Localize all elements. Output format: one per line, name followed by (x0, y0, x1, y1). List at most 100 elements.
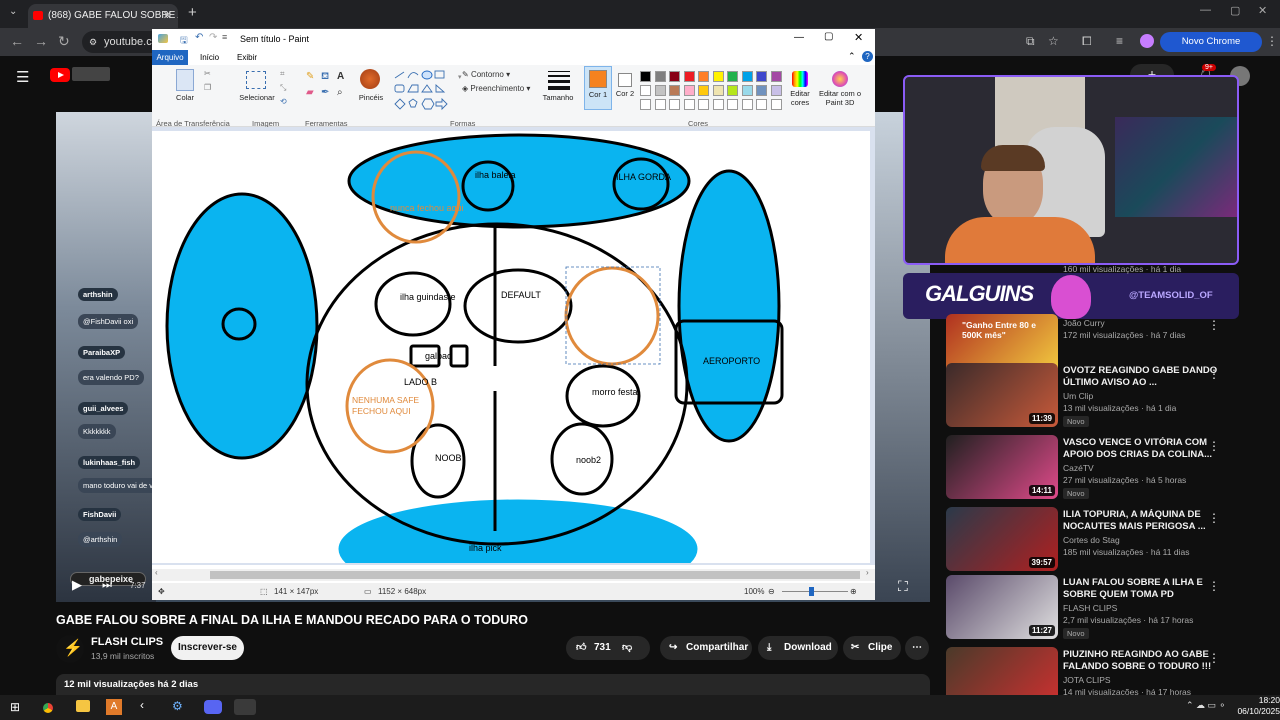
recommendation-channel[interactable]: CazéTV (1063, 463, 1094, 473)
palette-swatch[interactable] (698, 85, 709, 96)
rotate-icon[interactable]: ⟲ (280, 97, 287, 106)
more-actions-icon[interactable]: ⋯ (905, 636, 929, 660)
color1-selector[interactable]: Cor 1 (584, 66, 612, 110)
palette-swatch[interactable] (669, 85, 680, 96)
palette-swatch[interactable] (654, 71, 666, 82)
channel-name[interactable]: FLASH CLIPS (91, 636, 163, 648)
subscribe-button[interactable]: Inscrever-se (171, 636, 244, 660)
recommendation-item[interactable]: 39:57 ILIA TOPURIA, A MÁQUINA DE NOCAUTES… (946, 507, 1246, 571)
recommendation-thumbnail[interactable]: 39:57 (946, 507, 1058, 571)
bookmark-star-icon[interactable]: ☆ (1048, 34, 1059, 48)
recommendation-channel[interactable]: Cortes do Stag (1063, 535, 1120, 545)
select-icon[interactable] (246, 71, 266, 89)
outline-dropdown[interactable]: ✎ Contorno ▾ (462, 70, 510, 79)
steam-icon[interactable]: ⚙ (172, 699, 183, 713)
download-button[interactable]: ⤓ Download (758, 636, 838, 660)
fullscreen-icon[interactable]: ⛶ (898, 578, 908, 595)
color2-selector[interactable]: Cor 2 (614, 66, 636, 110)
palette-swatch[interactable] (770, 85, 782, 96)
quick-access-icon[interactable]: ≡ (222, 32, 227, 42)
edit-colors-icon[interactable] (792, 71, 808, 87)
custom-color-slot[interactable] (683, 99, 695, 110)
scroll-right-icon[interactable]: › (866, 568, 869, 577)
back-icon[interactable]: ← (10, 33, 24, 49)
custom-color-slot[interactable] (741, 99, 753, 110)
pencil-icon[interactable]: ✎ (306, 71, 314, 82)
youtube-logo-icon[interactable] (50, 68, 70, 82)
palette-swatch[interactable] (683, 71, 695, 82)
file-explorer-icon[interactable] (76, 700, 90, 712)
custom-color-slot[interactable] (727, 99, 738, 110)
address-bar[interactable]: ⚙ youtube.co (82, 31, 162, 53)
custom-color-slot[interactable] (770, 99, 782, 110)
app-chevron-icon[interactable]: ‹ (140, 698, 144, 712)
size-icon[interactable] (548, 71, 570, 90)
paint-window[interactable]: 🖫︎ ↶ ↷ ≡ Sem título - Paint — ▢ ✕ Início… (152, 29, 875, 600)
palette-swatch[interactable] (741, 71, 753, 82)
chrome-menu-icon[interactable]: ⋮ (1266, 34, 1278, 48)
palette-swatch[interactable] (770, 71, 782, 82)
hamburger-menu-icon[interactable]: ☰ (16, 68, 29, 86)
minimize-icon[interactable]: — (1200, 4, 1211, 16)
recommendation-partial[interactable]: 160 mil visualizações · há 1 dia (946, 264, 1246, 274)
undo-icon[interactable]: ↶ (195, 32, 203, 43)
video-description[interactable]: 12 mil visualizações há 2 dias (56, 674, 930, 696)
drawing-canvas[interactable]: ilha baleia ILHA GORDA nunca fechou aqui… (152, 131, 870, 563)
zoom-out-icon[interactable]: ⊖ (768, 583, 775, 600)
media-icon[interactable]: ≡ (1116, 34, 1123, 48)
resize-icon[interactable]: ⤡ (280, 83, 286, 93)
maximize-icon[interactable]: ▢ (1230, 4, 1240, 17)
new-tab-icon[interactable]: + (188, 4, 197, 21)
clip-button[interactable]: ✂ Clipe (843, 636, 901, 660)
edit-colors-button[interactable]: Editar cores (784, 89, 816, 107)
scrollbar-thumb[interactable] (210, 571, 860, 579)
recommendation-thumbnail[interactable]: 14:11 (946, 435, 1058, 499)
paint-minimize-icon[interactable]: — (794, 32, 804, 43)
zoom-slider[interactable] (782, 591, 848, 592)
text-icon[interactable]: A (337, 71, 344, 82)
brushes-icon[interactable] (360, 69, 380, 89)
eraser-icon[interactable]: ▰ (306, 87, 314, 98)
app-a-icon[interactable]: A (106, 699, 122, 715)
redo-icon[interactable]: ↷ (209, 32, 217, 43)
paint-taskbar-icon[interactable] (234, 699, 256, 715)
paint3d-icon[interactable] (832, 71, 848, 87)
help-icon[interactable]: ? (862, 51, 873, 62)
recommendation-channel[interactable]: João Curry (1063, 318, 1105, 328)
color-picker-icon[interactable]: ✒ (321, 87, 329, 98)
system-tray-icons[interactable]: ⌃ ☁ ▭ ⚬ (1186, 700, 1226, 711)
menu-inicio[interactable]: Início (200, 53, 219, 62)
palette-swatch[interactable] (654, 85, 666, 96)
channel-avatar[interactable]: ⚡ (56, 635, 84, 663)
more-options-icon[interactable]: ⋮ (1208, 579, 1220, 593)
recommendation-channel[interactable]: Um Clip (1063, 391, 1093, 401)
recommendation-channel[interactable]: FLASH CLIPS (1063, 603, 1117, 613)
custom-color-slot[interactable] (756, 99, 767, 110)
chrome-taskbar-icon[interactable] (40, 700, 56, 716)
custom-color-slot[interactable] (698, 99, 709, 110)
paint-maximize-icon[interactable]: ▢ (824, 31, 833, 42)
horizontal-scrollbar[interactable]: ‹ › (152, 568, 875, 581)
update-chrome-button[interactable]: Novo Chrome disponível (1160, 32, 1262, 67)
shapes-scroll-icon[interactable]: ▾ (458, 73, 462, 81)
more-options-icon[interactable]: ⋮ (1208, 651, 1220, 665)
palette-swatch[interactable] (756, 71, 767, 82)
save-icon[interactable]: 🖫︎ (180, 33, 188, 49)
tab-close-icon[interactable]: ✕ (163, 4, 172, 28)
collapse-ribbon-icon[interactable]: ⌃ (848, 51, 856, 62)
zoom-in-icon[interactable]: ⊕ (850, 583, 857, 600)
custom-color-slot[interactable] (712, 99, 724, 110)
custom-color-slot[interactable] (654, 99, 666, 110)
more-options-icon[interactable]: ⋮ (1208, 367, 1220, 381)
palette-swatch[interactable] (741, 85, 753, 96)
custom-color-slot[interactable] (669, 99, 680, 110)
play-icon[interactable]: ▶ (72, 577, 82, 593)
recommendation-item[interactable]: 11:39 OVOTZ REAGINDO GABE DANDO ÚLTIMO AV… (946, 363, 1246, 427)
palette-swatch[interactable] (727, 71, 738, 82)
like-icon[interactable]: 👍︎ (576, 636, 586, 660)
more-options-icon[interactable]: ⋮ (1208, 439, 1220, 453)
profile-avatar[interactable] (1140, 34, 1154, 48)
recommendation-channel[interactable]: JOTA CLIPS (1063, 675, 1111, 685)
cut-icon[interactable]: ✂ (204, 69, 211, 78)
zoom-slider-thumb[interactable] (809, 587, 814, 596)
